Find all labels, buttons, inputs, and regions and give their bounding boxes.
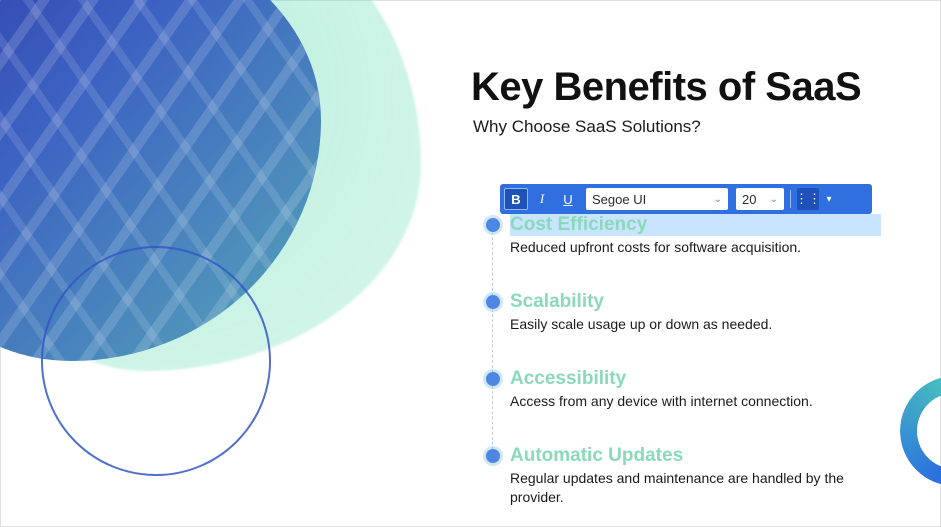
item-heading[interactable]: Scalability	[510, 291, 881, 313]
underline-button[interactable]: U	[556, 188, 580, 210]
font-size-value: 20	[742, 192, 756, 207]
decor-ring	[41, 246, 271, 476]
font-size-select[interactable]: 20 ⌄	[736, 188, 784, 210]
text-format-toolbar: B I U Segoe UI ⌄ 20 ⌄ ⋮⋮ ▾	[500, 184, 872, 214]
timeline-dot-icon	[486, 372, 500, 386]
item-body[interactable]: Easily scale usage up or down as needed.	[510, 315, 881, 334]
decor-arc-right	[900, 376, 941, 486]
font-family-value: Segoe UI	[592, 192, 646, 207]
font-family-select[interactable]: Segoe UI ⌄	[586, 188, 728, 210]
list-item[interactable]: Cost Efficiency Reduced upfront costs fo…	[486, 214, 881, 257]
list-item[interactable]: Scalability Easily scale usage up or dow…	[486, 291, 881, 334]
slide-canvas: Key Benefits of SaaS Why Choose SaaS Sol…	[0, 0, 941, 527]
italic-button[interactable]: I	[530, 188, 554, 210]
chevron-down-icon: ⌄	[714, 194, 722, 205]
toolbar-divider	[790, 190, 791, 208]
slide-title[interactable]: Key Benefits of SaaS	[471, 65, 861, 110]
item-body[interactable]: Regular updates and maintenance are hand…	[510, 469, 881, 507]
item-body[interactable]: Access from any device with internet con…	[510, 392, 881, 411]
timeline-dot-icon	[486, 449, 500, 463]
options-button[interactable]: ⋮⋮	[797, 188, 819, 210]
item-body[interactable]: Reduced upfront costs for software acqui…	[510, 238, 881, 257]
chevron-down-icon: ⌄	[770, 194, 778, 205]
item-heading[interactable]: Cost Efficiency	[510, 214, 881, 236]
options-icon: ⋮⋮	[795, 191, 821, 207]
item-heading[interactable]: Automatic Updates	[510, 445, 881, 467]
timeline-dot-icon	[486, 218, 500, 232]
bold-button[interactable]: B	[504, 188, 528, 210]
list-item[interactable]: Accessibility Access from any device wit…	[486, 368, 881, 411]
caret-down-icon: ▾	[826, 194, 831, 205]
timeline-dot-icon	[486, 295, 500, 309]
benefits-list: Cost Efficiency Reduced upfront costs fo…	[486, 214, 881, 527]
list-item[interactable]: Automatic Updates Regular updates and ma…	[486, 445, 881, 507]
item-heading[interactable]: Accessibility	[510, 368, 881, 390]
slide-subtitle[interactable]: Why Choose SaaS Solutions?	[473, 117, 701, 137]
toolbar-more-dropdown[interactable]: ▾	[821, 188, 837, 210]
